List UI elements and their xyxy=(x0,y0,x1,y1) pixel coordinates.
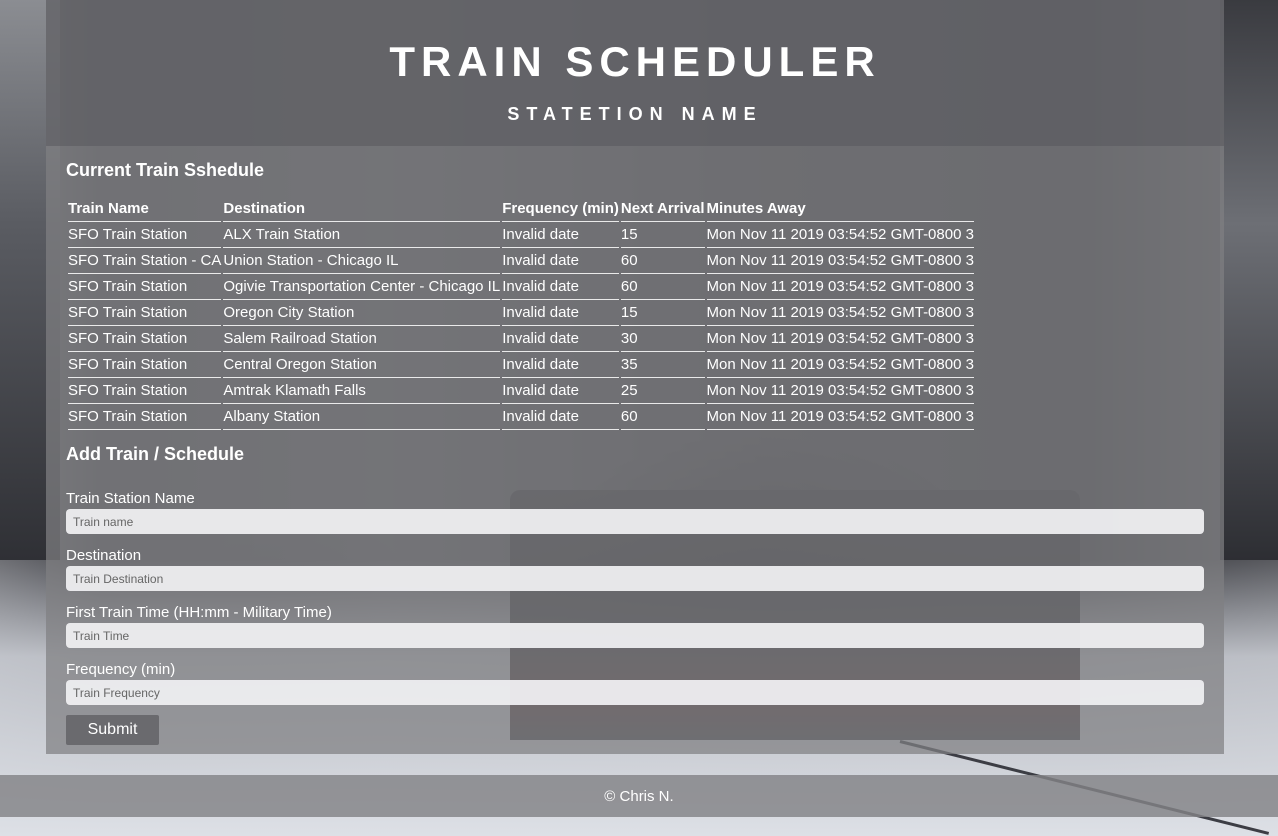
destination-cell: Oregon City Station xyxy=(223,300,501,326)
frequency-input[interactable] xyxy=(66,680,1204,705)
frequency-cell: Invalid date xyxy=(502,378,619,404)
table-row: SFO Train Station Albany Station Invalid d… xyxy=(68,404,974,430)
destination-label: Destination xyxy=(66,547,142,564)
destination-input[interactable] xyxy=(66,566,1204,591)
minutes-away-cell: Mon Nov 11 2019 03:54:52 GMT-0800 3 xyxy=(706,300,974,326)
next-arrival-cell: 35 xyxy=(620,352,705,378)
table-row: SFO Train Station Amtrak Klamath Falls Inv… xyxy=(68,378,974,404)
next-arrival-cell: 60 xyxy=(620,248,705,274)
schedule-table: Train Name Destination Frequency (min) N… xyxy=(66,196,976,430)
train-name-cell: SFO Train Station xyxy=(68,326,222,352)
first-train-time-label: First Train Time (HH:mm - Military Time) xyxy=(66,604,332,621)
next-arrival-cell: 30 xyxy=(620,326,705,352)
train-name-cell: SFO Train Station xyxy=(68,404,222,430)
frequency-cell: Invalid date xyxy=(502,274,619,300)
next-arrival-cell: 25 xyxy=(620,378,705,404)
table-row: SFO Train Station Ogivie Transportation C… xyxy=(68,274,974,300)
next-arrival-cell: 60 xyxy=(620,274,705,300)
train-name-cell: SFO Train Station - CA xyxy=(68,248,222,274)
next-arrival-cell: 15 xyxy=(620,222,705,248)
minutes-away-cell: Mon Nov 11 2019 03:54:52 GMT-0800 3 xyxy=(706,378,974,404)
column-header-next-arrival: Next Arrival xyxy=(620,196,705,222)
schedule-heading: Current Train Sshedule xyxy=(66,160,265,180)
frequency-cell: Invalid date xyxy=(502,248,619,274)
destination-cell: ALX Train Station xyxy=(223,222,501,248)
frequency-cell: Invalid date xyxy=(502,326,619,352)
frequency-cell: Invalid date xyxy=(502,404,619,430)
minutes-away-cell: Mon Nov 11 2019 03:54:52 GMT-0800 3 xyxy=(706,248,974,274)
table-header-row: Train Name Destination Frequency (min) N… xyxy=(68,196,974,222)
column-header-frequency: Frequency (min) xyxy=(502,196,619,222)
train-name-label: Train Station Name xyxy=(66,490,195,507)
train-name-cell: SFO Train Station xyxy=(68,378,222,404)
schedule-table-body: SFO Train Station ALX Train Station Invali… xyxy=(68,222,974,430)
background-trees-right xyxy=(1220,0,1278,560)
minutes-away-cell: Mon Nov 11 2019 03:54:52 GMT-0800 3 xyxy=(706,326,974,352)
frequency-cell: Invalid date xyxy=(502,222,619,248)
page-footer: © Chris N. xyxy=(0,775,1278,817)
table-row: SFO Train Station - CA Union Station - Ch… xyxy=(68,248,974,274)
frequency-cell: Invalid date xyxy=(502,352,619,378)
table-row: SFO Train Station Central Oregon Station I… xyxy=(68,352,974,378)
submit-button[interactable]: Submit xyxy=(66,715,159,745)
destination-cell: Union Station - Chicago IL xyxy=(223,248,501,274)
main-panel: TRAIN SCHEDULER STATETION NAME Current T… xyxy=(46,0,1224,754)
next-arrival-cell: 60 xyxy=(620,404,705,430)
station-name-subtitle: STATETION NAME xyxy=(507,104,763,124)
next-arrival-cell: 15 xyxy=(620,300,705,326)
table-row: SFO Train Station Oregon City Station Inva… xyxy=(68,300,974,326)
train-name-cell: SFO Train Station xyxy=(68,274,222,300)
destination-cell: Amtrak Klamath Falls xyxy=(223,378,501,404)
first-train-time-input[interactable] xyxy=(66,623,1204,648)
column-header-train-name: Train Name xyxy=(68,196,222,222)
train-name-cell: SFO Train Station xyxy=(68,352,222,378)
table-row: SFO Train Station Salem Railroad Station I… xyxy=(68,326,974,352)
frequency-cell: Invalid date xyxy=(502,300,619,326)
destination-cell: Albany Station xyxy=(223,404,501,430)
add-train-heading: Add Train / Schedule xyxy=(66,444,245,464)
minutes-away-cell: Mon Nov 11 2019 03:54:52 GMT-0800 3 xyxy=(706,274,974,300)
destination-cell: Ogivie Transportation Center - Chicago I… xyxy=(223,274,501,300)
train-name-cell: SFO Train Station xyxy=(68,300,222,326)
column-header-destination: Destination xyxy=(223,196,501,222)
table-row: SFO Train Station ALX Train Station Invali… xyxy=(68,222,974,248)
frequency-label: Frequency (min) xyxy=(66,661,176,678)
minutes-away-cell: Mon Nov 11 2019 03:54:52 GMT-0800 3 xyxy=(706,222,974,248)
destination-cell: Central Oregon Station xyxy=(223,352,501,378)
column-header-minutes-away: Minutes Away xyxy=(706,196,974,222)
destination-cell: Salem Railroad Station xyxy=(223,326,501,352)
copyright-text: © Chris N. xyxy=(604,788,674,805)
minutes-away-cell: Mon Nov 11 2019 03:54:52 GMT-0800 3 xyxy=(706,352,974,378)
minutes-away-cell: Mon Nov 11 2019 03:54:52 GMT-0800 3 xyxy=(706,404,974,430)
train-name-input[interactable] xyxy=(66,509,1204,534)
page-header: TRAIN SCHEDULER STATETION NAME xyxy=(46,0,1224,146)
train-name-cell: SFO Train Station xyxy=(68,222,222,248)
page-title: TRAIN SCHEDULER xyxy=(389,38,881,85)
